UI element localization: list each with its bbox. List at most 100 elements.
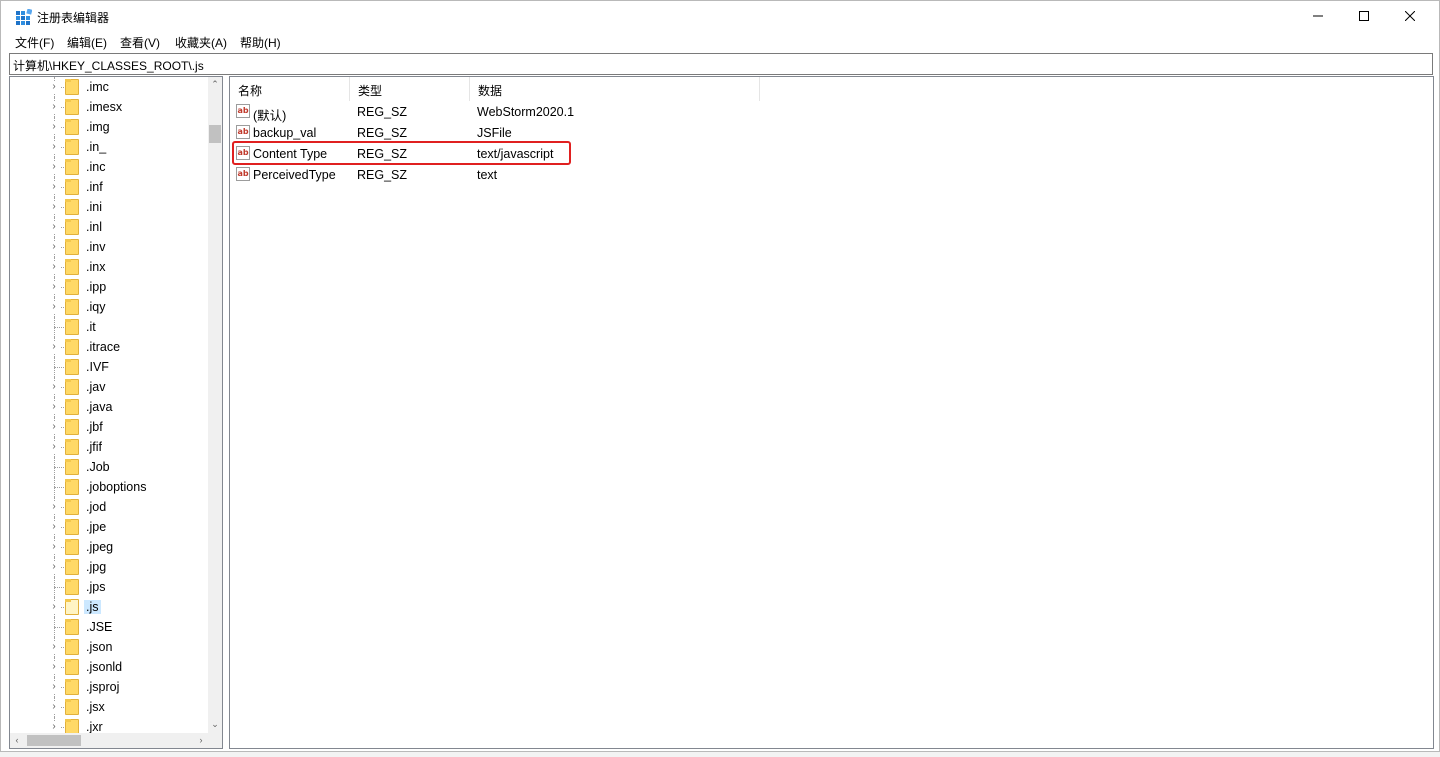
column-header-name[interactable]: 名称 — [230, 77, 350, 101]
menu-view[interactable]: 查看(V) — [120, 34, 160, 51]
chevron-right-icon[interactable]: › — [48, 301, 60, 313]
chevron-right-icon[interactable]: › — [48, 641, 60, 653]
folder-icon — [65, 79, 79, 95]
tree-item[interactable]: › .in_ — [10, 137, 208, 157]
tree-item[interactable]: › .imesx — [10, 97, 208, 117]
tree-item[interactable]: › .jsx — [10, 697, 208, 717]
tree-item-label: .jav — [86, 380, 106, 394]
tree-item[interactable]: › .jfif — [10, 437, 208, 457]
menu-help[interactable]: 帮助(H) — [240, 34, 281, 51]
tree-item[interactable]: › .jpe — [10, 517, 208, 537]
maximize-button[interactable] — [1341, 1, 1387, 31]
tree-item[interactable]: › .itrace — [10, 337, 208, 357]
chevron-right-icon[interactable]: › — [48, 501, 60, 513]
tree-item[interactable]: › .jpeg — [10, 537, 208, 557]
chevron-right-icon[interactable]: › — [48, 121, 60, 133]
chevron-right-icon[interactable]: › — [48, 341, 60, 353]
chevron-right-icon[interactable]: › — [48, 201, 60, 213]
tree-item[interactable]: › .java — [10, 397, 208, 417]
close-button[interactable] — [1387, 1, 1433, 31]
tree-item[interactable]: › .jsonld — [10, 657, 208, 677]
tree-item[interactable]: › .json — [10, 637, 208, 657]
tree-item[interactable]: › .jod — [10, 497, 208, 517]
tree-item[interactable]: .IVF — [10, 357, 208, 377]
tree-item[interactable]: › .inf — [10, 177, 208, 197]
chevron-right-icon[interactable]: › — [48, 101, 60, 113]
folder-icon — [65, 219, 79, 235]
chevron-right-icon[interactable]: › — [48, 601, 60, 613]
scroll-right-icon[interactable]: › — [194, 733, 208, 748]
tree-item[interactable]: › .jxr — [10, 717, 208, 733]
chevron-right-icon[interactable]: › — [48, 721, 60, 733]
minimize-button[interactable] — [1295, 1, 1341, 31]
tree-item-label: .in_ — [86, 140, 107, 154]
chevron-right-icon[interactable]: › — [48, 541, 60, 553]
folder-icon — [65, 359, 79, 375]
value-row[interactable]: ab (默认) REG_SZ WebStorm2020.1 — [230, 101, 830, 123]
tree-item[interactable]: › .inc — [10, 157, 208, 177]
tree-vertical-scroll-thumb[interactable] — [209, 125, 221, 143]
tree-vertical-scrollbar[interactable]: ⌃ ⌄ — [208, 77, 222, 733]
chevron-right-icon[interactable]: › — [48, 141, 60, 153]
tree-item[interactable]: › .inl — [10, 217, 208, 237]
chevron-right-icon[interactable]: › — [48, 81, 60, 93]
menu-file[interactable]: 文件(F) — [15, 34, 54, 51]
tree-item[interactable]: .it — [10, 317, 208, 337]
chevron-right-icon[interactable]: › — [48, 661, 60, 673]
tree-item-label: .imesx — [86, 100, 123, 114]
chevron-right-icon[interactable]: › — [48, 381, 60, 393]
tree-item[interactable]: › .iqy — [10, 297, 208, 317]
chevron-right-icon[interactable]: › — [48, 181, 60, 193]
chevron-right-icon[interactable]: › — [48, 401, 60, 413]
tree-item[interactable]: › .imc — [10, 77, 208, 97]
scroll-down-icon[interactable]: ⌄ — [208, 717, 222, 731]
chevron-right-icon[interactable]: › — [48, 521, 60, 533]
value-row[interactable]: ab backup_val REG_SZ JSFile — [230, 122, 830, 143]
tree-connector-line — [54, 627, 64, 628]
tree-item[interactable]: › .ini — [10, 197, 208, 217]
tree-item[interactable]: › .ipp — [10, 277, 208, 297]
column-header-data[interactable]: 数据 — [470, 77, 760, 101]
folder-icon — [65, 159, 79, 175]
tree-item[interactable]: .joboptions — [10, 477, 208, 497]
tree-item-label: .joboptions — [86, 480, 147, 494]
value-row[interactable]: ab PerceivedType REG_SZ text — [230, 164, 830, 185]
chevron-right-icon[interactable]: › — [48, 221, 60, 233]
chevron-right-icon[interactable]: › — [48, 241, 60, 253]
folder-icon — [65, 199, 79, 215]
menu-edit[interactable]: 编辑(E) — [67, 34, 107, 51]
tree-item[interactable]: › .inv — [10, 237, 208, 257]
tree-item-label: .jpe — [86, 520, 107, 534]
folder-icon — [65, 279, 79, 295]
chevron-right-icon[interactable]: › — [48, 261, 60, 273]
scroll-up-icon[interactable]: ⌃ — [208, 77, 222, 91]
chevron-right-icon[interactable]: › — [48, 561, 60, 573]
tree-item[interactable]: › .img — [10, 117, 208, 137]
chevron-right-icon[interactable]: › — [48, 421, 60, 433]
tree-item-label: .jbf — [86, 420, 103, 434]
tree-horizontal-scroll-thumb[interactable] — [27, 735, 81, 746]
tree-item[interactable]: › .js — [10, 597, 208, 617]
chevron-right-icon[interactable]: › — [48, 681, 60, 693]
chevron-right-icon[interactable]: › — [48, 701, 60, 713]
tree-item-label: .java — [86, 400, 113, 414]
tree-item[interactable]: › .inx — [10, 257, 208, 277]
tree-item[interactable]: .Job — [10, 457, 208, 477]
address-bar[interactable]: 计算机\HKEY_CLASSES_ROOT\.js — [9, 53, 1433, 75]
title-bar[interactable]: 注册表编辑器 — [1, 1, 1439, 31]
column-header-type[interactable]: 类型 — [350, 77, 470, 101]
chevron-right-icon[interactable]: › — [48, 441, 60, 453]
tree-item[interactable]: .JSE — [10, 617, 208, 637]
tree-item[interactable]: › .jsproj — [10, 677, 208, 697]
tree-item[interactable]: › .jav — [10, 377, 208, 397]
chevron-right-icon[interactable]: › — [48, 161, 60, 173]
menu-favorites[interactable]: 收藏夹(A) — [175, 34, 227, 51]
tree-connector-line — [54, 487, 64, 488]
chevron-right-icon[interactable]: › — [48, 281, 60, 293]
tree-item[interactable]: .jps — [10, 577, 208, 597]
scroll-left-icon[interactable]: ‹ — [10, 733, 24, 748]
tree-item-label: .imc — [86, 80, 109, 94]
tree-item[interactable]: › .jpg — [10, 557, 208, 577]
tree-horizontal-scrollbar[interactable]: ‹ › — [10, 733, 208, 748]
tree-item[interactable]: › .jbf — [10, 417, 208, 437]
